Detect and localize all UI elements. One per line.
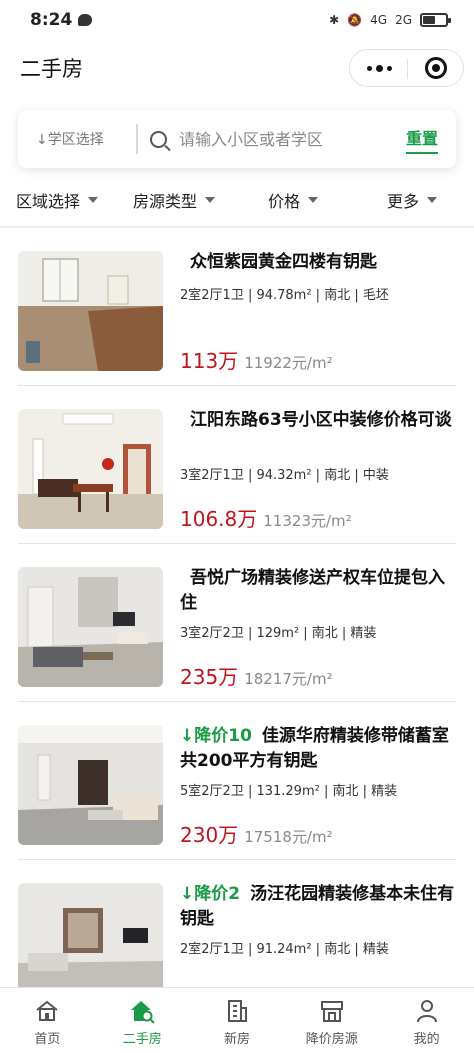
listing-title-text: 吾悦广场精装修送产权车位提包入住: [180, 568, 445, 613]
search-bar: ↓学区选择 重置: [18, 110, 456, 168]
filter-price[interactable]: 价格: [268, 188, 319, 212]
listing-photo: [18, 409, 163, 529]
listing-title-text: 江阳东路63号小区中装修价格可谈: [190, 410, 452, 430]
listing-item[interactable]: 江阳东路63号小区中装修价格可谈 3室2厅1卫 | 94.32m² | 南北 |…: [18, 386, 456, 544]
tab-bar: 首页 二手房 新房 降价房源 我的: [0, 987, 474, 1053]
listing-price: 113万: [180, 349, 239, 373]
listing-price: 230万: [180, 823, 239, 847]
listing-specs: 3室2厅2卫 | 129m² | 南北 | 精装: [180, 626, 377, 641]
tab-me[interactable]: 我的: [379, 988, 474, 1053]
close-icon[interactable]: [424, 57, 447, 79]
tab-second-hand[interactable]: 二手房: [95, 988, 190, 1053]
more-icon[interactable]: [366, 64, 392, 72]
mini-program-capsule: [349, 49, 464, 87]
listing-title: ↓降价2 汤汪花园精装修基本未住有钥匙: [180, 882, 456, 932]
bluetooth-icon: ✱: [329, 13, 340, 27]
filter-more-label: 更多: [387, 192, 420, 211]
reset-button[interactable]: 重置: [405, 125, 438, 154]
listing-specs: 2室2厅1卫 | 91.24m² | 南北 | 精装: [180, 942, 389, 957]
filter-more[interactable]: 更多: [387, 188, 438, 212]
listing-item[interactable]: ↓降价10 佳源华府精装修带储蓄室共200平方有钥匙 5室2厅2卫 | 131.2…: [18, 702, 456, 860]
caret-down-icon: [88, 197, 99, 203]
nav-bar: 二手房: [0, 40, 474, 96]
school-district-select[interactable]: ↓学区选择: [36, 129, 128, 149]
listing-photo: [18, 883, 163, 1003]
status-time-group: 8:24: [30, 10, 93, 30]
search-divider: [136, 124, 138, 154]
tab-new-homes-label: 新房: [223, 1032, 250, 1047]
caret-down-icon: [427, 197, 438, 203]
listing-unit-price: 11323元/m²: [263, 512, 352, 530]
listing-item[interactable]: 众恒紫园黄金四楼有钥匙 2室2厅1卫 | 94.78m² | 南北 | 毛坯 1…: [18, 228, 456, 386]
listing-unit-price: 17518元/m²: [244, 828, 333, 846]
caret-down-icon: [308, 197, 319, 203]
listing-unit-price: 18217元/m²: [244, 670, 333, 688]
listing-photo: [18, 251, 163, 371]
listing-title: 众恒紫园黄金四楼有钥匙: [180, 250, 456, 275]
listing-title: 吾悦广场精装修送产权车位提包入住: [180, 566, 456, 616]
home-icon: [36, 1000, 59, 1021]
tab-home[interactable]: 首页: [0, 988, 95, 1053]
price-drop-badge: ↓降价10: [180, 726, 252, 746]
tab-second-hand-label: 二手房: [122, 1032, 162, 1047]
filter-area[interactable]: 区域选择: [16, 188, 99, 212]
filter-property-type[interactable]: 房源类型: [133, 188, 216, 212]
tab-price-reduced-label: 降价房源: [305, 1032, 358, 1047]
filter-bar: 区域选择 房源类型 价格 更多: [0, 180, 474, 216]
tab-me-label: 我的: [413, 1032, 440, 1047]
signal-2g-icon: 2G: [395, 13, 412, 27]
status-icons: ✱ 🔕 4G 2G: [329, 13, 451, 27]
listing-specs: 2室2厅1卫 | 94.78m² | 南北 | 毛坯: [180, 288, 389, 303]
tab-price-reduced[interactable]: 降价房源: [284, 988, 379, 1053]
search-icon: [150, 130, 167, 148]
listing-title: ↓降价10 佳源华府精装修带储蓄室共200平方有钥匙: [180, 724, 456, 774]
status-time: 8:24: [30, 10, 73, 30]
listing-unit-price: 11922元/m²: [244, 354, 333, 372]
battery-icon: [420, 13, 451, 27]
listing-title: 江阳东路63号小区中装修价格可谈: [180, 408, 456, 433]
listing-price-row: 106.8万 11323元/m²: [180, 503, 352, 532]
listing-item[interactable]: 吾悦广场精装修送产权车位提包入住 3室2厅2卫 | 129m² | 南北 | 精…: [18, 544, 456, 702]
listing-price-row: 235万 18217元/m²: [180, 661, 333, 690]
listing-price: 106.8万: [180, 507, 258, 531]
listing-photo: [18, 725, 163, 845]
page-title: 二手房: [20, 57, 83, 81]
listing-specs: 3室2厅1卫 | 94.32m² | 南北 | 中装: [180, 468, 389, 483]
listing-photo: [18, 567, 163, 687]
listing-price-row: 113万 11922元/m²: [180, 345, 333, 374]
listing-price-row: 230万 17518元/m²: [180, 819, 333, 848]
building-icon: [227, 1000, 247, 1022]
battery-level: [423, 16, 436, 24]
message-icon: [78, 14, 93, 26]
tab-home-label: 首页: [34, 1032, 61, 1047]
tab-new-homes[interactable]: 新房: [190, 988, 285, 1053]
user-icon: [416, 1000, 437, 1023]
filter-price-label: 价格: [268, 192, 301, 211]
listing-price: 235万: [180, 665, 239, 689]
house-search-icon: [131, 1001, 155, 1024]
signal-4g-icon: 4G: [370, 13, 388, 27]
status-bar: 8:24 ✱ 🔕 4G 2G: [0, 0, 474, 40]
price-drop-badge: ↓降价2: [180, 884, 241, 904]
mute-icon: 🔕: [347, 13, 363, 27]
shop-icon: [320, 1001, 343, 1022]
filter-area-label: 区域选择: [16, 192, 81, 211]
caret-down-icon: [205, 197, 216, 203]
filter-property-type-label: 房源类型: [133, 192, 198, 211]
listing-specs: 5室2厅2卫 | 131.29m² | 南北 | 精装: [180, 784, 398, 799]
listing-title-text: 众恒紫园黄金四楼有钥匙: [190, 252, 377, 272]
search-input[interactable]: [179, 129, 406, 149]
